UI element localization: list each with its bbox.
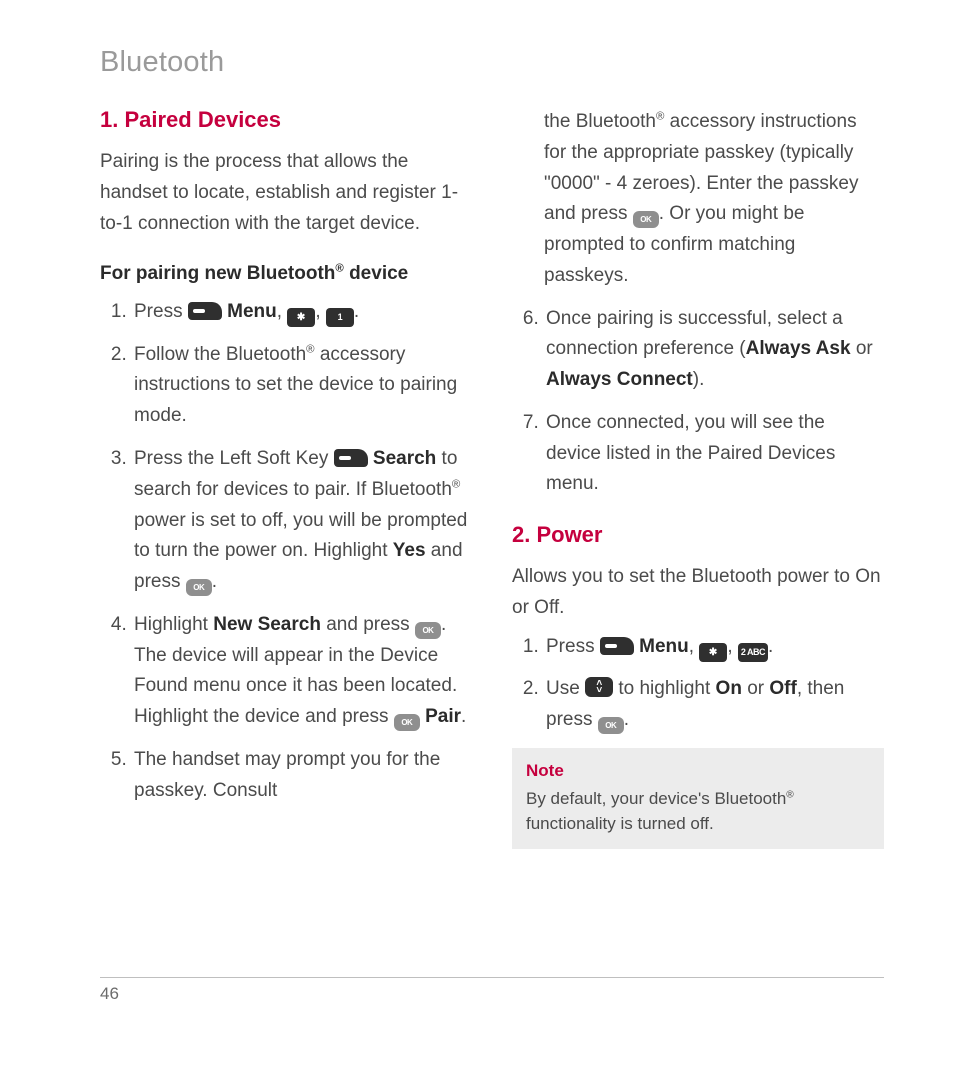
manual-page: Bluetooth 1. Paired Devices Pairing is t…	[0, 0, 954, 1074]
pstep1-a: Press	[546, 636, 600, 657]
star-key-icon	[287, 308, 315, 327]
section-paired-devices-title: 1. Paired Devices	[100, 107, 472, 133]
power-step-1: Press Menu, , 2 ABC.	[544, 632, 884, 663]
note-body-b: functionality is turned off.	[526, 814, 714, 833]
always-connect-label: Always Connect	[546, 369, 693, 390]
menu-label: Menu	[227, 301, 277, 322]
subheading-text-b: device	[344, 263, 408, 284]
registered-mark: ®	[306, 343, 314, 355]
power-steps: Press Menu, , 2 ABC. Use to highlight On…	[512, 632, 884, 736]
pair-label: Pair	[425, 706, 461, 727]
note-box: Note By default, your device's Bluetooth…	[512, 748, 884, 849]
star-key-icon	[699, 643, 727, 662]
step-7: Once connected, you will see the device …	[544, 408, 884, 500]
step6-or: or	[851, 338, 873, 359]
pairing-subheading: For pairing new Bluetooth® device	[100, 261, 472, 287]
one-key-icon: 1	[326, 308, 354, 327]
registered-mark: ®	[786, 789, 794, 800]
pairing-steps: Press Menu, , 1. Follow the Bluetooth® a…	[100, 297, 472, 806]
left-soft-key-icon	[334, 449, 368, 467]
new-search-label: New Search	[213, 614, 321, 635]
step3-a: Press the Left Soft Key	[134, 448, 334, 469]
ok-key-icon: OK	[598, 717, 624, 734]
subheading-text-a: For pairing new Bluetooth	[100, 263, 335, 284]
content-columns: 1. Paired Devices Pairing is the process…	[100, 107, 884, 849]
ok-key-icon: OK	[415, 622, 441, 639]
note-body: By default, your device's Bluetooth® fun…	[526, 786, 870, 837]
step1-text: Press	[134, 301, 188, 322]
power-step-2: Use to highlight On or Off, then press O…	[544, 674, 884, 736]
step-4: Highlight New Search and press OK. The d…	[132, 610, 472, 733]
ok-key-icon: OK	[394, 714, 420, 731]
step2-a: Follow the Bluetooth	[134, 344, 306, 365]
on-label: On	[716, 678, 742, 699]
two-key-icon: 2 ABC	[738, 643, 768, 662]
step-5-continued: the Bluetooth® accessory instructions fo…	[512, 107, 884, 292]
registered-mark: ®	[335, 263, 343, 275]
column-left: 1. Paired Devices Pairing is the process…	[100, 107, 472, 849]
always-ask-label: Always Ask	[746, 338, 851, 359]
ok-key-icon: OK	[186, 579, 212, 596]
page-footer: 46	[100, 977, 884, 1004]
pstep2-or: or	[742, 678, 769, 699]
section-power-title: 2. Power	[512, 522, 884, 548]
note-title: Note	[526, 758, 870, 784]
step4-b: and press	[321, 614, 415, 635]
power-intro: Allows you to set the Bluetooth power to…	[512, 562, 884, 624]
step5c-a: the Bluetooth	[544, 111, 656, 132]
paired-intro: Pairing is the process that allows the h…	[100, 147, 472, 239]
pairing-steps-cont: Once pairing is successful, select a con…	[512, 304, 884, 501]
column-right: the Bluetooth® accessory instructions fo…	[512, 107, 884, 849]
left-soft-key-icon	[188, 302, 222, 320]
menu-label: Menu	[639, 636, 689, 657]
note-body-a: By default, your device's Bluetooth	[526, 789, 786, 808]
step6-b: ).	[693, 369, 705, 390]
yes-label: Yes	[393, 540, 426, 561]
search-label: Search	[373, 448, 436, 469]
step-5: The handset may prompt you for the passk…	[132, 745, 472, 807]
ok-key-icon: OK	[633, 211, 659, 228]
off-label: Off	[769, 678, 796, 699]
left-soft-key-icon	[600, 637, 634, 655]
nav-key-icon	[585, 677, 613, 697]
step4-a: Highlight	[134, 614, 213, 635]
step-1: Press Menu, , 1.	[132, 297, 472, 328]
registered-mark: ®	[452, 478, 460, 490]
chapter-title: Bluetooth	[100, 46, 884, 79]
step-2: Follow the Bluetooth® accessory instruct…	[132, 340, 472, 432]
pstep2-a: Use	[546, 678, 585, 699]
step-6: Once pairing is successful, select a con…	[544, 304, 884, 396]
step5-a: The handset may prompt you for the passk…	[134, 749, 440, 801]
page-number: 46	[100, 984, 119, 1003]
step-3: Press the Left Soft Key Search to search…	[132, 444, 472, 598]
pstep2-b: to highlight	[613, 678, 715, 699]
